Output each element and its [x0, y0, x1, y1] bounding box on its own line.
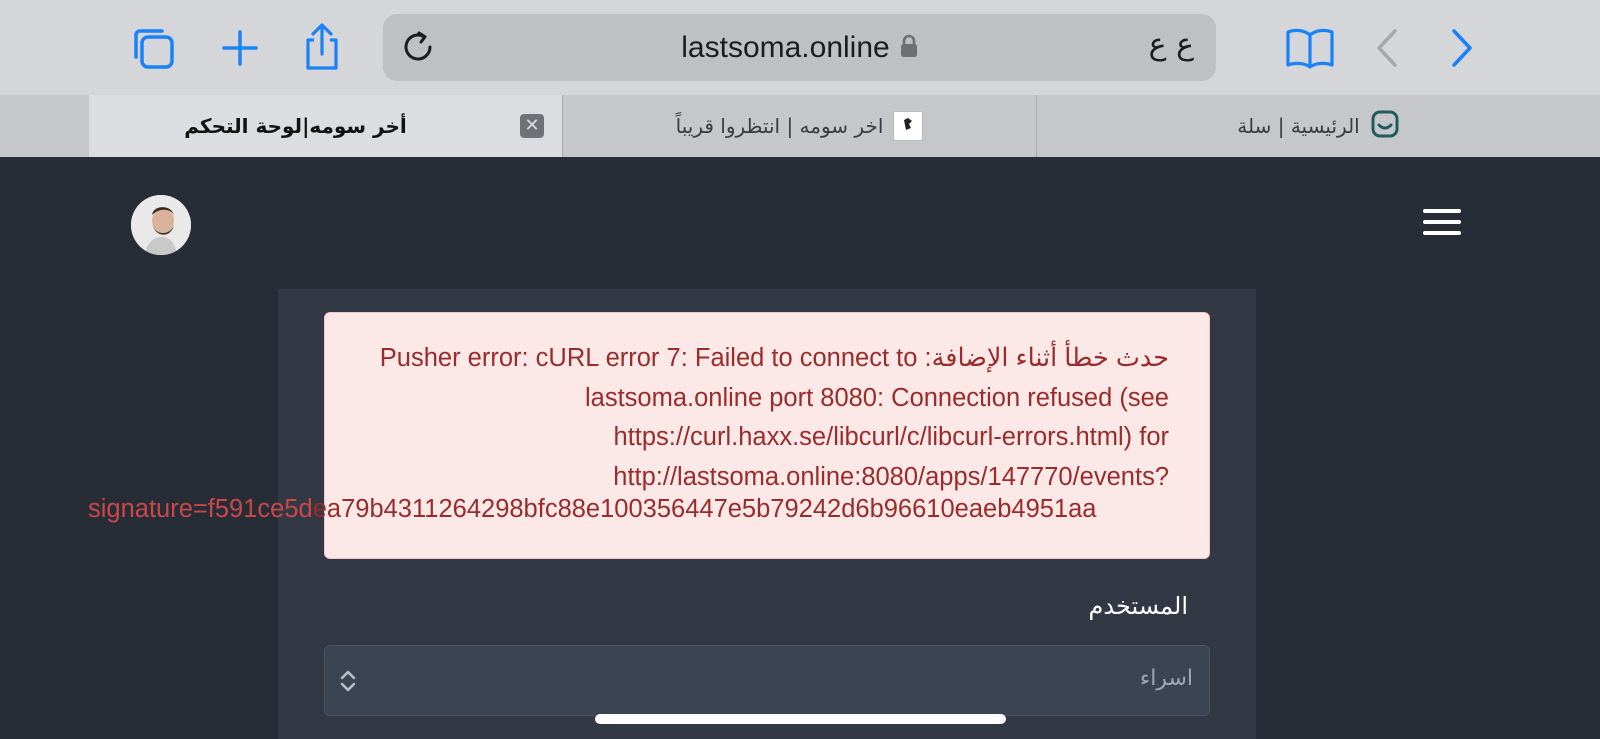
tab-bar: أخر سومه|لوحة التحكم ✕ اخر سومه | انتظرو…	[0, 95, 1600, 157]
close-tab-icon[interactable]: ✕	[520, 114, 544, 138]
tabs-overview-icon[interactable]	[130, 25, 176, 71]
chevron-right-icon[interactable]	[1450, 28, 1474, 68]
user-field-label: المستخدم	[1088, 592, 1188, 620]
address-bar[interactable]: lastsoma.online ع ع	[383, 14, 1216, 81]
tab-title: اخر سومه | انتظروا قريباً	[675, 114, 884, 138]
tab-salla-home[interactable]: الرئيسية | سلة	[1037, 95, 1600, 157]
select-chevron-icon	[337, 668, 359, 698]
error-overflow-outside: signature=f591ce5d	[88, 495, 313, 523]
plus-icon[interactable]	[220, 28, 260, 68]
chevron-left-icon[interactable]	[1375, 28, 1399, 68]
home-indicator	[595, 714, 1006, 724]
site-favicon-icon	[893, 111, 924, 141]
error-message: حدث خطأ أثناء الإضافة: Pusher error: cUR…	[19, 339, 1169, 497]
tab-coming-soon[interactable]: اخر سومه | انتظروا قريباً	[563, 95, 1036, 157]
site-header	[0, 157, 1600, 289]
book-icon[interactable]	[1285, 27, 1335, 69]
tab-title: أخر سومه|لوحة التحكم	[184, 114, 407, 138]
error-overflow-line: signature=f591ce5dea79b4311264298bfc88e1…	[88, 495, 1096, 524]
tab-dashboard[interactable]: أخر سومه|لوحة التحكم	[89, 95, 562, 157]
error-line: http://lastsoma.online:8080/apps/147770/…	[613, 462, 1169, 491]
error-overflow-inside: ea79b4311264298bfc88e100356447e5b79242d6…	[312, 495, 1097, 523]
menu-icon[interactable]	[1423, 205, 1463, 237]
url-text: lastsoma.online	[681, 30, 890, 64]
error-line: حدث خطأ أثناء الإضافة: Pusher error: cUR…	[379, 344, 1169, 372]
salla-bag-icon	[1370, 109, 1400, 144]
text-size-button[interactable]: ع ع	[1149, 27, 1194, 62]
lock-icon	[900, 34, 918, 62]
user-select[interactable]: اسراء	[324, 645, 1210, 716]
error-line: lastsoma.online port 8080: Connection re…	[584, 383, 1169, 412]
error-line: https://curl.haxx.se/libcurl/c/libcurl-e…	[613, 423, 1169, 451]
user-avatar[interactable]	[131, 195, 191, 255]
tab-title: الرئيسية | سلة	[1237, 114, 1360, 138]
user-select-value: اسراء	[1139, 666, 1193, 691]
browser-toolbar: lastsoma.online ع ع	[0, 0, 1600, 95]
share-icon[interactable]	[302, 22, 342, 72]
